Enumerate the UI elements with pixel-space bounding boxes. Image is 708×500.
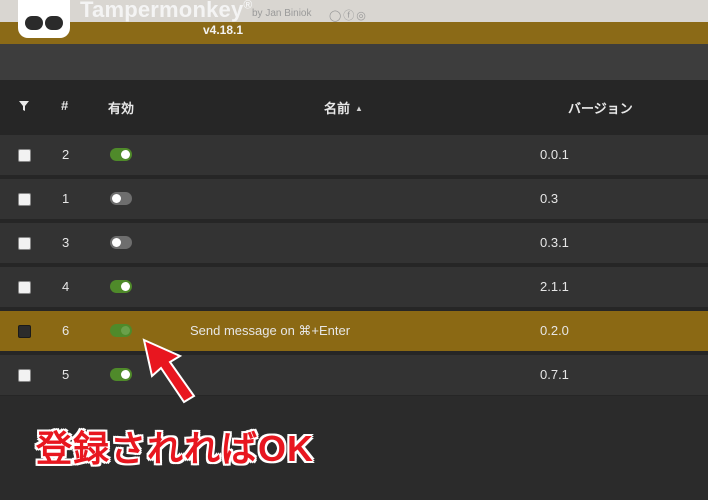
row-number: 4 bbox=[62, 279, 70, 294]
table-row[interactable]: 6 Send message on ⌘+Enter 0.2.0 bbox=[0, 311, 708, 351]
script-version: 0.2.0 bbox=[540, 323, 569, 338]
enabled-toggle[interactable] bbox=[110, 280, 132, 293]
script-version: 2.1.1 bbox=[540, 279, 569, 294]
toggle-knob bbox=[121, 370, 130, 379]
toolbar bbox=[0, 44, 708, 80]
row-select-checkbox[interactable] bbox=[18, 281, 31, 294]
row-select-checkbox[interactable] bbox=[18, 325, 31, 338]
row-number: 1 bbox=[62, 191, 70, 206]
script-version: 0.3 bbox=[540, 191, 559, 206]
byline[interactable]: by Jan Biniok bbox=[252, 8, 311, 19]
row-select-checkbox[interactable] bbox=[18, 369, 31, 382]
enabled-toggle[interactable] bbox=[110, 368, 132, 381]
row-number: 6 bbox=[62, 323, 70, 338]
table-row[interactable]: 4 2.1.1 bbox=[0, 267, 708, 307]
toggle-knob bbox=[121, 150, 130, 159]
toggle-knob bbox=[112, 194, 121, 203]
table-row[interactable]: 1 0.3 bbox=[0, 179, 708, 219]
filter-icon[interactable] bbox=[18, 100, 30, 115]
row-select-checkbox[interactable] bbox=[18, 237, 31, 250]
toggle-knob bbox=[121, 326, 130, 335]
enabled-toggle[interactable] bbox=[110, 148, 132, 161]
annotation-text: 登録されればOK bbox=[36, 428, 315, 469]
column-header-number[interactable]: # bbox=[61, 98, 68, 113]
annotation-arrow-icon bbox=[142, 338, 196, 404]
row-number: 3 bbox=[62, 235, 70, 250]
enabled-toggle[interactable] bbox=[110, 324, 132, 337]
sort-ascending-icon: ▲ bbox=[355, 104, 363, 113]
table-row[interactable]: 3 0.3.1 bbox=[0, 223, 708, 263]
brand-band bbox=[0, 22, 708, 44]
social-icons[interactable]: ◯ⓕ◎ bbox=[329, 7, 368, 23]
script-table: # 有効 名前 ▲ バージョン 2 0.0.1 1 0.3 3 0.3.1 4 2.1.1 6 Se… bbox=[0, 80, 708, 396]
script-name[interactable]: Send message on ⌘+Enter bbox=[190, 323, 350, 339]
column-header-version[interactable]: バージョン bbox=[568, 98, 633, 117]
toggle-knob bbox=[112, 238, 121, 247]
tampermonkey-logo-icon[interactable] bbox=[18, 0, 70, 38]
enabled-toggle[interactable] bbox=[110, 192, 132, 205]
table-row[interactable]: 5 0.7.1 bbox=[0, 355, 708, 395]
row-number: 2 bbox=[62, 147, 70, 162]
app-title: Tampermonkey® bbox=[80, 0, 252, 23]
table-row[interactable]: 2 0.0.1 bbox=[0, 135, 708, 175]
row-select-checkbox[interactable] bbox=[18, 149, 31, 162]
row-select-checkbox[interactable] bbox=[18, 193, 31, 206]
script-version: 0.0.1 bbox=[540, 147, 569, 162]
enabled-toggle[interactable] bbox=[110, 236, 132, 249]
version-label: v4.18.1 bbox=[203, 23, 244, 37]
table-header: # 有効 名前 ▲ バージョン bbox=[0, 80, 708, 132]
column-header-name[interactable]: 名前 ▲ bbox=[324, 98, 363, 117]
toggle-knob bbox=[121, 282, 130, 291]
logo-eye-left bbox=[25, 16, 43, 30]
logo-eye-right bbox=[45, 16, 63, 30]
row-number: 5 bbox=[62, 367, 70, 382]
script-version: 0.7.1 bbox=[540, 367, 569, 382]
script-version: 0.3.1 bbox=[540, 235, 569, 250]
column-header-enabled[interactable]: 有効 bbox=[108, 98, 134, 117]
